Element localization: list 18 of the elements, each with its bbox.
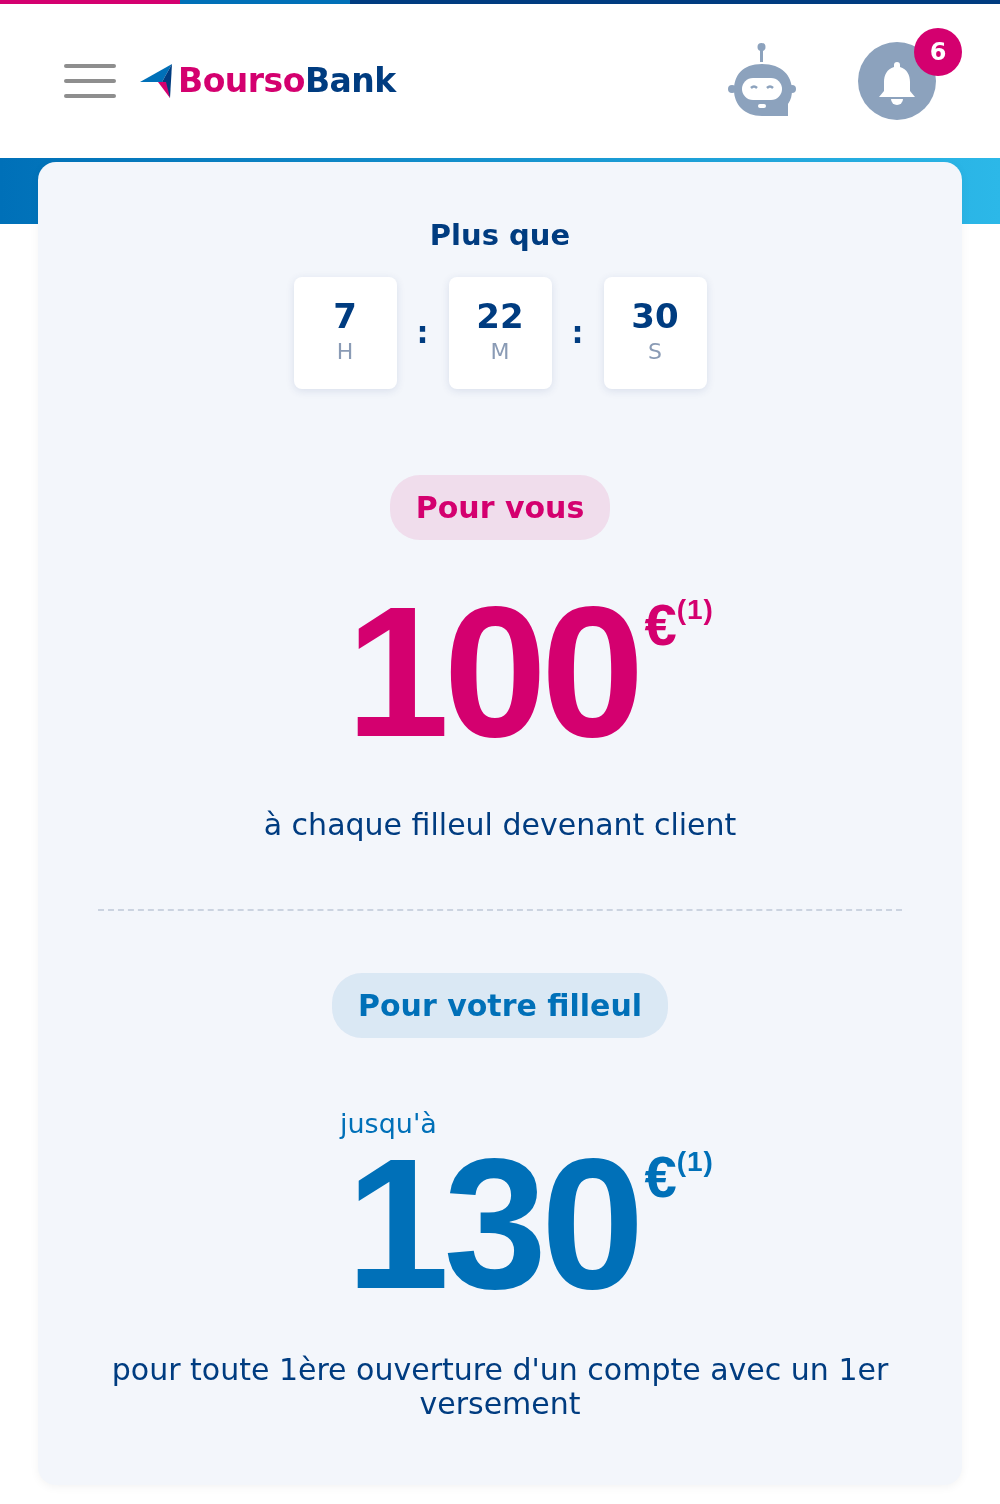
countdown-value: 22 bbox=[476, 297, 524, 335]
offer-description: pour toute 1ère ouverture d'un compte avec un 1er versement bbox=[110, 1352, 890, 1422]
offer-tag: Pour vous bbox=[389, 474, 611, 540]
countdown-unit: S bbox=[648, 338, 662, 366]
countdown-unit: H bbox=[336, 338, 354, 366]
logo-icon bbox=[140, 62, 174, 100]
menu-button[interactable] bbox=[64, 64, 116, 98]
prefix-text: jusqu'à bbox=[340, 1106, 437, 1141]
offer-tag: Pour votre filleul bbox=[331, 972, 669, 1038]
notification-count-badge: 6 bbox=[914, 28, 962, 76]
offer-description: à chaque filleul devenant client bbox=[262, 808, 738, 843]
separator-text: : bbox=[570, 314, 585, 353]
countdown-unit: M bbox=[490, 338, 510, 366]
countdown-title: Plus que bbox=[429, 218, 571, 253]
countdown-value: 30 bbox=[631, 297, 679, 335]
brand-logo-text[interactable]: BoursoBank bbox=[178, 56, 396, 106]
separator-text: : bbox=[415, 314, 430, 353]
countdown-value: 7 bbox=[333, 297, 357, 335]
